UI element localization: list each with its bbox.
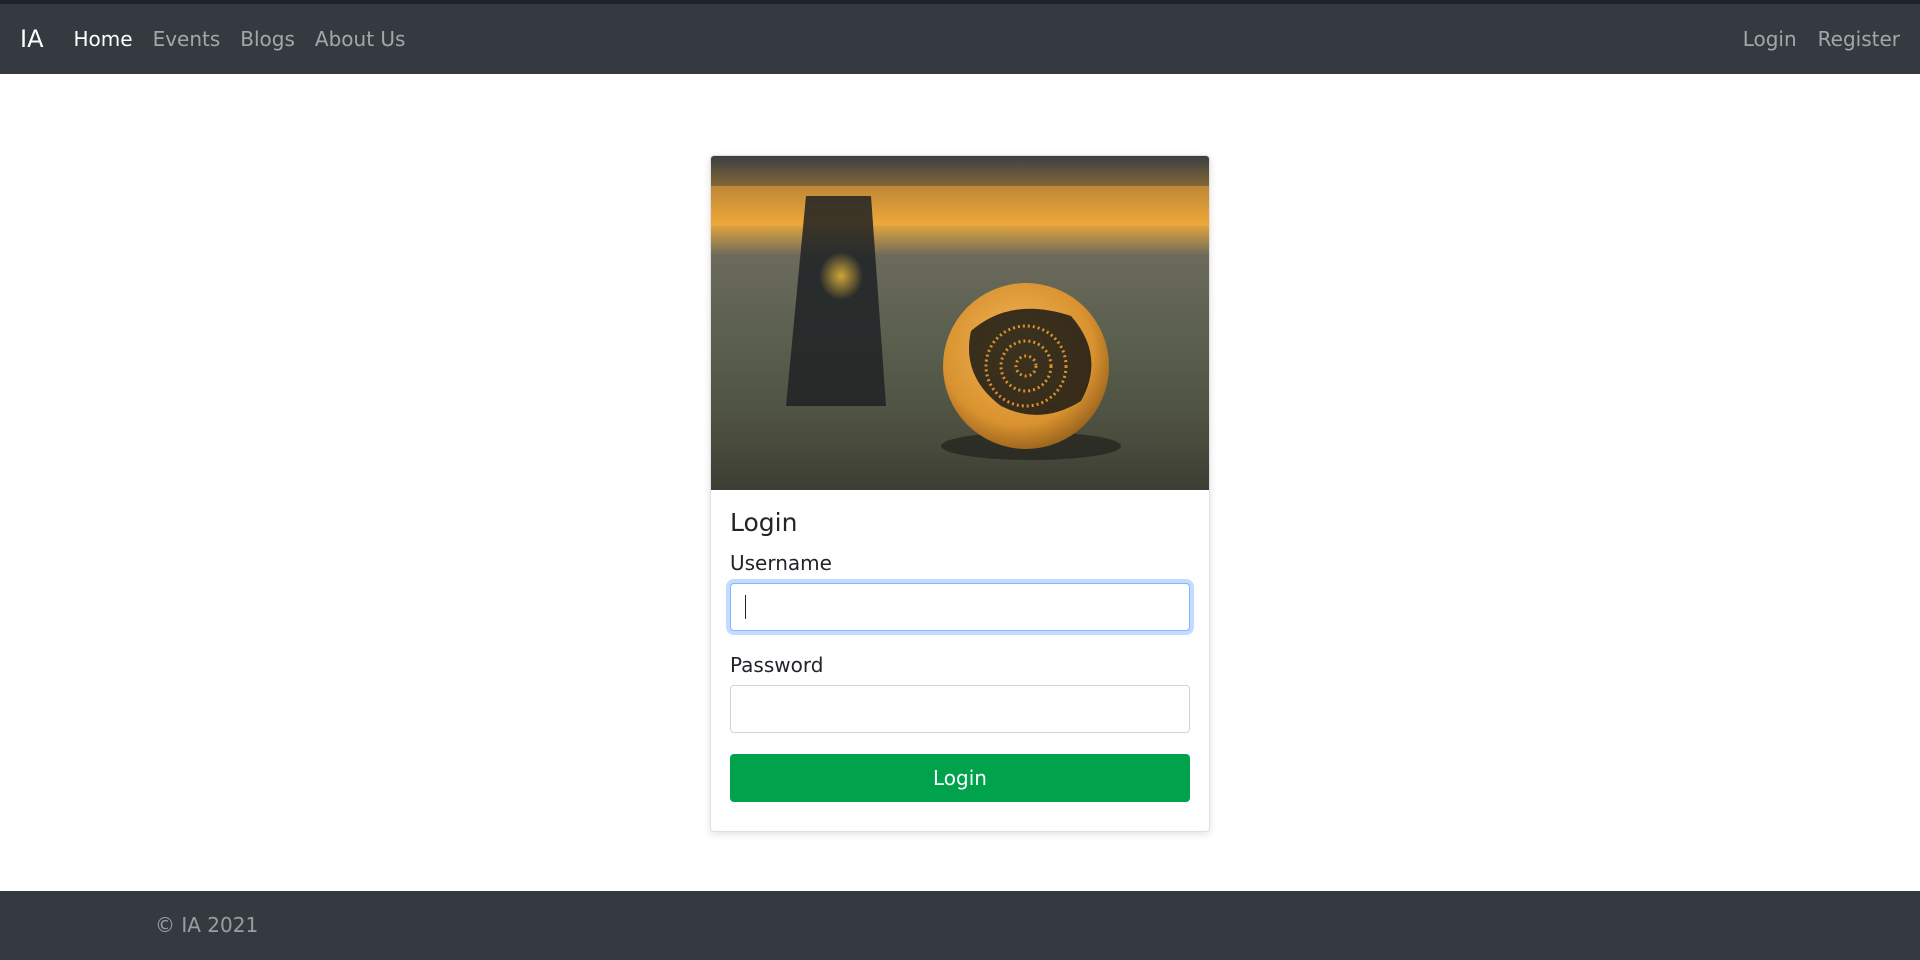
login-title: Login (730, 508, 798, 537)
nav-link-about-us[interactable]: About Us (315, 27, 406, 51)
nav-links: Home Events Blogs About Us (74, 27, 426, 51)
nav-link-register[interactable]: Register (1818, 27, 1900, 51)
brand-logo[interactable]: IA (20, 25, 44, 53)
nav-link-login[interactable]: Login (1743, 27, 1797, 51)
password-input[interactable] (730, 685, 1190, 733)
login-card: Login Username Password Login (710, 155, 1210, 832)
nav-link-home[interactable]: Home (74, 27, 133, 51)
username-group: Username (730, 551, 1190, 631)
soccer-ball-photo (711, 156, 1209, 490)
top-navbar: IA Home Events Blogs About Us Login Regi… (0, 0, 1920, 74)
password-group: Password (730, 653, 1190, 733)
text-cursor (745, 595, 746, 619)
username-label: Username (730, 551, 832, 575)
footer: © IA 2021 (0, 891, 1920, 960)
card-body: Login Username Password Login (711, 490, 1209, 821)
copyright-text: © IA 2021 (155, 913, 259, 937)
username-wrap (730, 583, 1190, 631)
login-submit-button[interactable]: Login (730, 754, 1190, 802)
nav-link-events[interactable]: Events (153, 27, 221, 51)
username-input[interactable] (730, 583, 1190, 631)
nav-right-links: Login Register (1722, 27, 1900, 51)
nav-link-blogs[interactable]: Blogs (240, 27, 295, 51)
password-label: Password (730, 653, 824, 677)
